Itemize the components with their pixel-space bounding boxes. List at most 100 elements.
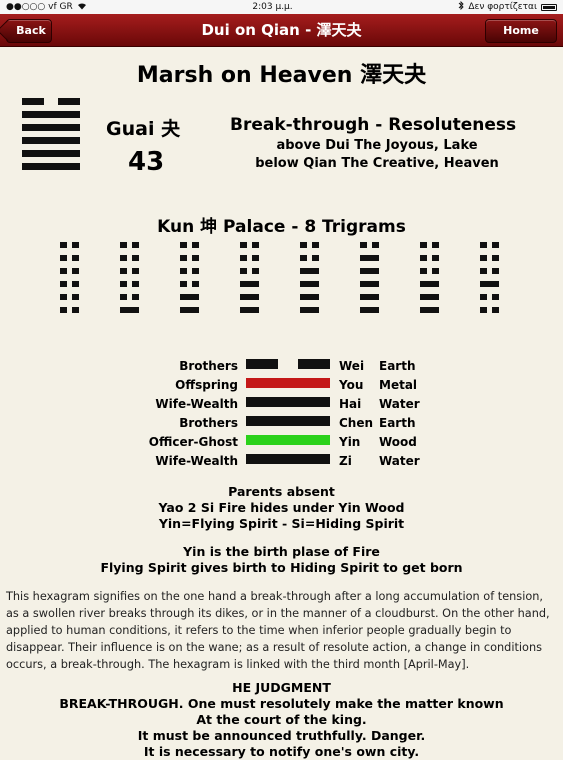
- judgment-heading: HE JUDGMENT: [232, 680, 331, 695]
- yin-line: [420, 242, 439, 248]
- yin-line: [246, 359, 330, 369]
- battery-icon: [541, 3, 557, 11]
- yin-line: [240, 255, 259, 261]
- yin-line: [120, 255, 139, 261]
- carrier-label: ●●○○○ vf GR: [6, 2, 73, 12]
- yang-line: [360, 255, 379, 261]
- yin-line: [240, 268, 259, 274]
- line-spirit: Wei: [339, 359, 365, 373]
- yang-line: [240, 294, 259, 300]
- yin-line: [120, 294, 139, 300]
- bluetooth-icon: [458, 0, 464, 13]
- yin-line: [60, 281, 79, 287]
- yin-line: [480, 268, 499, 274]
- yin-line: [360, 242, 379, 248]
- yang-line: [22, 111, 80, 118]
- yang-line: [360, 281, 379, 287]
- yang-line: [300, 281, 319, 287]
- palace-hexagram-icon[interactable]: [480, 242, 499, 320]
- charging-label: Δεν φορτίζεται: [468, 2, 537, 12]
- judgment-line-1: BREAK-THROUGH. One must resolutely make …: [59, 696, 504, 711]
- hexagram-meaning: Break-through - Resoluteness: [230, 115, 517, 135]
- line-relation: Brothers: [179, 416, 238, 430]
- yin-line: [60, 255, 79, 261]
- yang-line: [240, 307, 259, 313]
- judgment-line-3: It must be announced truthfully. Danger.: [137, 728, 426, 743]
- yang-line: [22, 137, 80, 144]
- judgment-line-2: At the court of the king.: [196, 712, 367, 727]
- trigram-above: above Dui The Joyous, Lake: [276, 138, 478, 153]
- yin-line: [480, 242, 499, 248]
- line-row: Wife-Wealth Hai Water: [0, 395, 563, 414]
- parents-note: Parents absent: [228, 484, 335, 499]
- clock: 2:03 μ.μ.: [252, 2, 293, 12]
- spirit-legend: Yin=Flying Spirit - Si=Hiding Spirit: [158, 516, 405, 531]
- yang-line: [480, 281, 499, 287]
- yin-line: [60, 242, 79, 248]
- yang-line: [246, 397, 330, 407]
- yang-line: [246, 454, 330, 464]
- home-button[interactable]: Home: [485, 19, 557, 43]
- yang-line: [300, 307, 319, 313]
- line-relation: Offspring: [175, 378, 238, 392]
- hexagram-name: Guai 夬: [106, 118, 181, 140]
- line-element: Earth: [379, 416, 416, 430]
- yang-line: [246, 435, 330, 445]
- yang-line: [420, 281, 439, 287]
- line-row: Officer-Ghost Yin Wood: [0, 433, 563, 452]
- line-element: Metal: [379, 378, 418, 392]
- yang-line: [22, 150, 80, 157]
- palace-hexagram-icon[interactable]: [180, 242, 199, 320]
- yang-line: [22, 163, 80, 170]
- trigram-description: above Dui The Joyous, Lake below Qian Th…: [232, 137, 522, 173]
- yin-line: [180, 268, 199, 274]
- yang-line: [180, 307, 199, 313]
- line-relation: Wife-Wealth: [155, 397, 238, 411]
- hexagram-number: 43: [128, 147, 165, 177]
- line-row: Wife-Wealth Zi Water: [0, 452, 563, 471]
- wifi-icon: [77, 2, 87, 13]
- yin-line: [180, 281, 199, 287]
- palace-hexagram-icon[interactable]: [240, 242, 259, 320]
- yin-line: [60, 294, 79, 300]
- line-element: Wood: [379, 435, 417, 449]
- status-bar: ●●○○○ vf GR 2:03 μ.μ. Δεν φορτίζεται: [0, 0, 563, 14]
- palace-hexagram-icon[interactable]: [60, 242, 79, 320]
- line-spirit: Yin: [339, 435, 361, 449]
- yin-line: [420, 255, 439, 261]
- navigation-bar: Dui on Qian - 澤天夬 Back Home: [0, 14, 563, 47]
- line-relation: Officer-Ghost: [148, 435, 238, 449]
- trigram-below: below Qian The Creative, Heaven: [255, 156, 499, 171]
- nav-title: Dui on Qian - 澤天夬: [201, 21, 362, 39]
- line-row: Brothers Chen Earth: [0, 414, 563, 433]
- yin-line: [180, 242, 199, 248]
- yin-line: [180, 255, 199, 261]
- palace-hexagram-icon[interactable]: [420, 242, 439, 320]
- yin-line: [420, 268, 439, 274]
- hiding-note: Yao 2 Si Fire hides under Yin Wood: [158, 500, 405, 515]
- yang-line: [360, 307, 379, 313]
- yang-line: [420, 294, 439, 300]
- back-button[interactable]: Back: [6, 19, 52, 43]
- yang-line: [300, 294, 319, 300]
- yin-line: [300, 255, 319, 261]
- palace-hexagram-icon[interactable]: [120, 242, 139, 320]
- birth-note-2: Flying Spirit gives birth to Hiding Spir…: [100, 560, 463, 575]
- yang-line: [22, 124, 80, 131]
- yin-line: [60, 307, 79, 313]
- line-element: Earth: [379, 359, 416, 373]
- judgment-line-4: It is necessary to notify one's own city…: [143, 744, 420, 759]
- yin-line: [240, 242, 259, 248]
- line-element: Water: [379, 397, 420, 411]
- yang-line: [360, 268, 379, 274]
- line-spirit: You: [339, 378, 364, 392]
- palace-hexagram-icon[interactable]: [300, 242, 319, 320]
- yang-line: [300, 268, 319, 274]
- yang-line: [246, 416, 330, 426]
- line-relation: Brothers: [179, 359, 238, 373]
- hexagram-icon: [22, 98, 80, 176]
- palace-hexagram-icon[interactable]: [360, 242, 379, 320]
- line-element: Water: [379, 454, 420, 468]
- line-spirit: Hai: [339, 397, 362, 411]
- description-paragraph: This hexagram signifies on the one hand …: [6, 590, 550, 671]
